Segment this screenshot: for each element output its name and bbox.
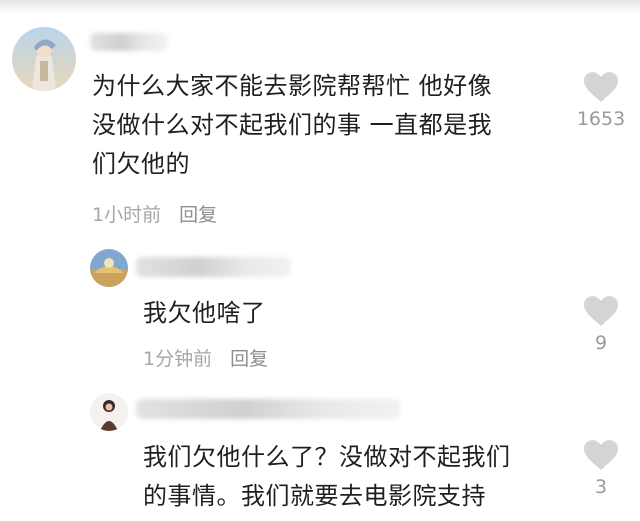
avatar[interactable] (90, 249, 128, 287)
username-blurred[interactable] (136, 399, 401, 419)
avatar[interactable] (12, 27, 76, 91)
avatar[interactable] (90, 393, 128, 431)
comment-text: 为什么大家不能去影院帮帮忙 他好像 没做什么对不起我们的事 一直都是我 们欠他的 (92, 72, 493, 178)
heart-icon[interactable] (584, 440, 618, 470)
username-blurred[interactable] (90, 33, 168, 51)
avatar-image (90, 249, 128, 287)
timestamp: 1分钟前 (143, 348, 213, 370)
comment-text: 我们欠他什么了？没做对不起我们 的事情。我们就要去电影院支持 (143, 443, 511, 510)
like-group: 9 (579, 296, 623, 354)
like-count: 1653 (576, 108, 626, 130)
comment-meta: 1小时前 回复 (92, 200, 217, 227)
avatar-image (12, 27, 76, 91)
like-group: 3 (579, 440, 623, 498)
top-strip (0, 0, 640, 14)
username-blurred[interactable] (136, 257, 291, 277)
timestamp: 1小时前 (92, 204, 162, 226)
comment-meta: 1分钟前 回复 (143, 344, 268, 371)
reply-button[interactable]: 回复 (179, 200, 217, 227)
avatar-image (90, 393, 128, 431)
comment-thread: 为什么大家不能去影院帮帮忙 他好像 没做什么对不起我们的事 一直都是我 们欠他的… (0, 0, 640, 521)
comment-text: 我欠他啥了 (143, 299, 266, 327)
heart-icon[interactable] (584, 296, 618, 326)
like-group: 1653 (576, 72, 626, 130)
like-count: 9 (594, 332, 608, 354)
heart-icon[interactable] (584, 72, 618, 102)
like-count: 3 (594, 476, 608, 498)
reply-button[interactable]: 回复 (230, 344, 268, 371)
